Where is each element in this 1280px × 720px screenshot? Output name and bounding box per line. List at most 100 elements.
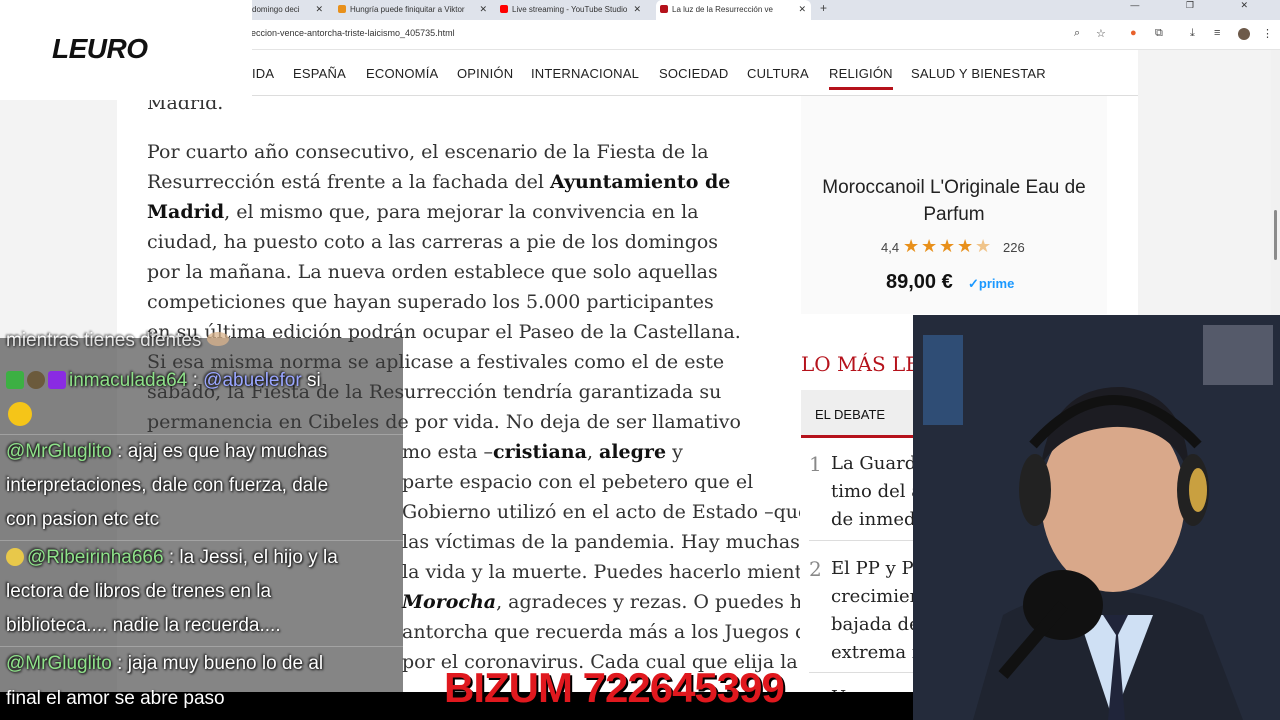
nav-item-sociedad[interactable]: SOCIEDAD <box>659 66 729 81</box>
italic-morocha: Morocha <box>402 591 497 613</box>
nav-item-cultura[interactable]: CULTURA <box>747 66 809 81</box>
most-read-link[interactable]: extrema i <box>831 639 918 667</box>
tab-el-debate[interactable]: EL DEBATE <box>801 390 913 438</box>
chat-sep: : <box>111 441 128 462</box>
chat-username[interactable]: @MrGluglito <box>6 441 112 462</box>
article-line: parte espacio con el pebetero que el <box>402 471 754 493</box>
close-tab-icon[interactable]: ✕ <box>633 3 641 15</box>
tab-label: Hungría puede finiquitar a Viktor <box>350 5 465 14</box>
chat-text-cont: interpretaciones, dale con fuerza, dale <box>6 475 329 496</box>
tab-label: domingo deci <box>252 5 300 14</box>
close-tab-icon[interactable]: ✕ <box>798 3 806 15</box>
chat-divider <box>0 646 403 647</box>
ad-review-count: 226 <box>1003 240 1025 255</box>
media-icon[interactable]: ≡ <box>1214 27 1220 39</box>
list-number: 1 <box>809 452 822 476</box>
close-tab-icon[interactable]: ✕ <box>315 3 323 15</box>
chat-sep: : <box>163 547 180 568</box>
tab-label: Live streaming - YouTube Studio <box>512 5 628 14</box>
tab-favicon <box>660 5 668 13</box>
nav-item-internacional[interactable]: INTERNACIONAL <box>531 66 639 81</box>
nav-item-economia[interactable]: ECONOMÍA <box>366 66 438 81</box>
most-read-link[interactable]: La Guard <box>831 450 916 478</box>
extension-icon[interactable]: ● <box>1130 27 1137 39</box>
nav-item-salud[interactable]: SALUD Y BIENESTAR <box>911 66 1046 81</box>
chat-text-cont: lectora de libros de trenes en la <box>6 581 272 602</box>
chat-username[interactable]: inmaculada64 <box>69 370 187 391</box>
text: mo esta – <box>402 441 493 463</box>
badge-icon <box>6 548 24 566</box>
nav-item-religion[interactable]: RELIGIÓN <box>829 66 893 90</box>
presenter-figure <box>913 315 1280 720</box>
star-icon: ★ <box>957 236 974 256</box>
close-tab-icon[interactable]: ✕ <box>479 3 487 15</box>
link-ayuntamiento[interactable]: Ayuntamiento de <box>550 171 730 193</box>
text: y <box>666 441 683 463</box>
article-line: ciudad, ha puesto coto a las carreras a … <box>147 231 719 253</box>
most-read-link[interactable]: timo del a <box>831 478 922 506</box>
chat-message: @Ribeirinha666 : la Jessi, el hijo y la <box>6 547 338 569</box>
nav-item-espana[interactable]: ESPAÑA <box>293 66 346 81</box>
url-field[interactable]: urreccion-vence-antorcha-triste-laicismo… <box>240 28 455 38</box>
bold-alegre: alegre <box>599 441 667 463</box>
webcam-feed <box>913 315 1280 720</box>
chat-sep: : <box>187 370 204 391</box>
chat-partial-line: mientras tienes dientes <box>6 330 229 352</box>
badge-icon <box>6 371 24 389</box>
chat-text-cont: final el amor se abre paso <box>6 688 225 709</box>
most-read-link[interactable]: de inmed <box>831 506 916 534</box>
most-read-link[interactable]: bajada de <box>831 611 920 639</box>
article-line: Madrid, el mismo que, para mejorar la co… <box>147 197 699 227</box>
chat-text-cont: biblioteca.... nadie la recuerda.... <box>6 615 281 636</box>
new-tab-button[interactable]: + <box>820 1 827 15</box>
chat-text: si <box>301 370 321 391</box>
chat-text-cont: con pasion etc etc <box>6 509 160 530</box>
star-icon: ★ <box>921 236 938 256</box>
chat-username[interactable]: @Ribeirinha666 <box>27 547 164 568</box>
list-number: 2 <box>809 557 822 581</box>
browser-tab-2[interactable]: Hungría puede finiquitar a Viktor ✕ <box>334 0 492 20</box>
bold-cristiana: cristiana <box>493 441 587 463</box>
menu-kebab-icon[interactable]: ⋮ <box>1262 27 1273 40</box>
window-controls[interactable]: — ❐ ✕ <box>1130 0 1270 11</box>
star-icon: ★ <box>903 236 920 256</box>
prime-badge: ✓prime <box>968 276 1015 291</box>
article-line: competiciones que hayan superado los 5.0… <box>147 291 714 313</box>
download-icon[interactable]: ⤓ <box>1190 27 1195 40</box>
most-read-heading: LO MÁS LE <box>801 352 920 376</box>
article-line: mo esta –cristiana, alegre y <box>402 437 683 467</box>
chat-text: jaja muy bueno lo de al <box>127 653 324 674</box>
tab-favicon <box>338 5 346 13</box>
chat-mention: @abuelefor <box>203 370 302 391</box>
half-star-icon: ★ <box>975 236 992 256</box>
badge-icon <box>27 371 45 389</box>
divider <box>809 540 913 541</box>
divider <box>809 672 913 673</box>
article-line: Resurrección está frente a la fachada de… <box>147 167 730 197</box>
puzzle-icon[interactable]: ⧉ <box>1155 27 1163 40</box>
ad-price: 89,00 € <box>886 271 953 293</box>
ad-title[interactable]: Moroccanoil L'Originale Eau de Parfum <box>810 174 1098 228</box>
chat-divider <box>0 434 403 435</box>
most-read-link[interactable]: El PP y P <box>831 555 914 583</box>
scrollbar-thumb[interactable] <box>1274 210 1277 260</box>
most-read-link[interactable]: crecimien <box>831 583 921 611</box>
zoom-icon[interactable]: ⌕ <box>1074 27 1080 40</box>
profile-avatar[interactable] <box>1238 28 1250 40</box>
text: Resurrección está frente a la fachada de… <box>147 171 550 193</box>
chat-divider <box>0 540 403 541</box>
chat-username[interactable]: @MrGluglito <box>6 653 112 674</box>
chat-message: @MrGluglito : ajaj es que hay muchas <box>6 441 327 463</box>
nav-item-opinion[interactable]: OPINIÓN <box>457 66 513 81</box>
browser-tab-active[interactable]: La luz de la Resurrección ve ✕ <box>656 0 811 20</box>
chat-text: ajaj es que hay muchas <box>127 441 328 462</box>
browser-tab-3[interactable]: Live streaming - YouTube Studio ✕ <box>496 0 646 20</box>
ad-rating: 4,4 <box>881 240 900 255</box>
chat-text: mientras tienes dientes <box>6 330 202 351</box>
link-madrid[interactable]: Madrid <box>147 201 224 223</box>
bookmark-star-icon[interactable]: ☆ <box>1096 27 1106 40</box>
nav-item[interactable]: IDA <box>252 66 274 81</box>
text: , el mismo que, para mejorar la conviven… <box>224 201 699 223</box>
article-line: Por cuarto año consecutivo, el escenario… <box>147 141 709 163</box>
article-line: por la mañana. La nueva orden establece … <box>147 261 718 283</box>
